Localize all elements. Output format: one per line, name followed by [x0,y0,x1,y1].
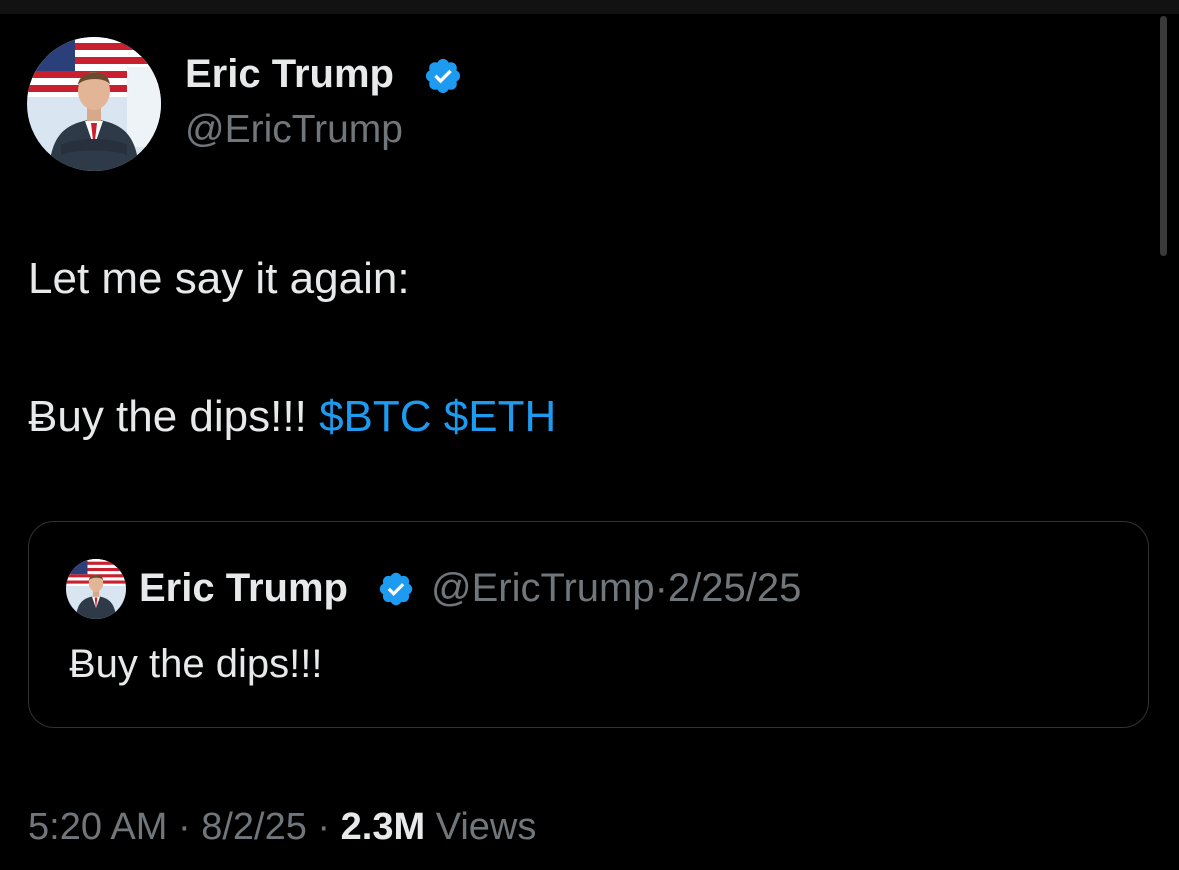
cashtag-eth[interactable]: $ETH [444,392,556,441]
author-handle[interactable]: @EricTrump [185,108,403,152]
quoted-author-name[interactable]: Eric Trump [139,566,348,611]
tweet-time[interactable]: 5:20 AM [28,806,167,848]
tweet-body-text: Ƀuy the dips!!! [28,392,307,441]
verified-badge-icon [379,572,413,606]
author-name[interactable]: Eric Trump [185,52,394,97]
footer-separator: · [317,806,331,848]
quoted-author-handle[interactable]: @EricTrump [431,566,655,610]
scrollbar[interactable] [1160,16,1167,256]
tweet-text-line-1: Let me say it again: [28,254,410,303]
tweet-footer: 5:20 AM · 8/2/25 · 2.3M Views [28,806,536,849]
verified-badge-icon [425,58,461,94]
quoted-author-avatar[interactable] [66,559,126,619]
tweet-text-line-2: Ƀuy the dips!!! $BTC $ETH [28,392,556,442]
author-avatar[interactable] [27,37,161,171]
quoted-tweet-meta: @EricTrump·2/25/25 [431,566,801,611]
views-count[interactable]: 2.3M [341,806,425,848]
quoted-tweet-text: Ƀuy the dips!!! [69,642,323,686]
footer-separator: · [177,806,191,848]
quoted-tweet-card[interactable]: Eric Trump @EricTrump·2/25/25 Ƀuy the di… [28,521,1149,728]
quoted-tweet-date[interactable]: 2/25/25 [668,566,801,610]
meta-separator: · [654,566,668,610]
views-label[interactable]: Views [436,806,537,848]
top-status-strip [0,0,1179,14]
cashtag-btc[interactable]: $BTC [319,392,431,441]
tweet-date[interactable]: 8/2/25 [201,806,307,848]
